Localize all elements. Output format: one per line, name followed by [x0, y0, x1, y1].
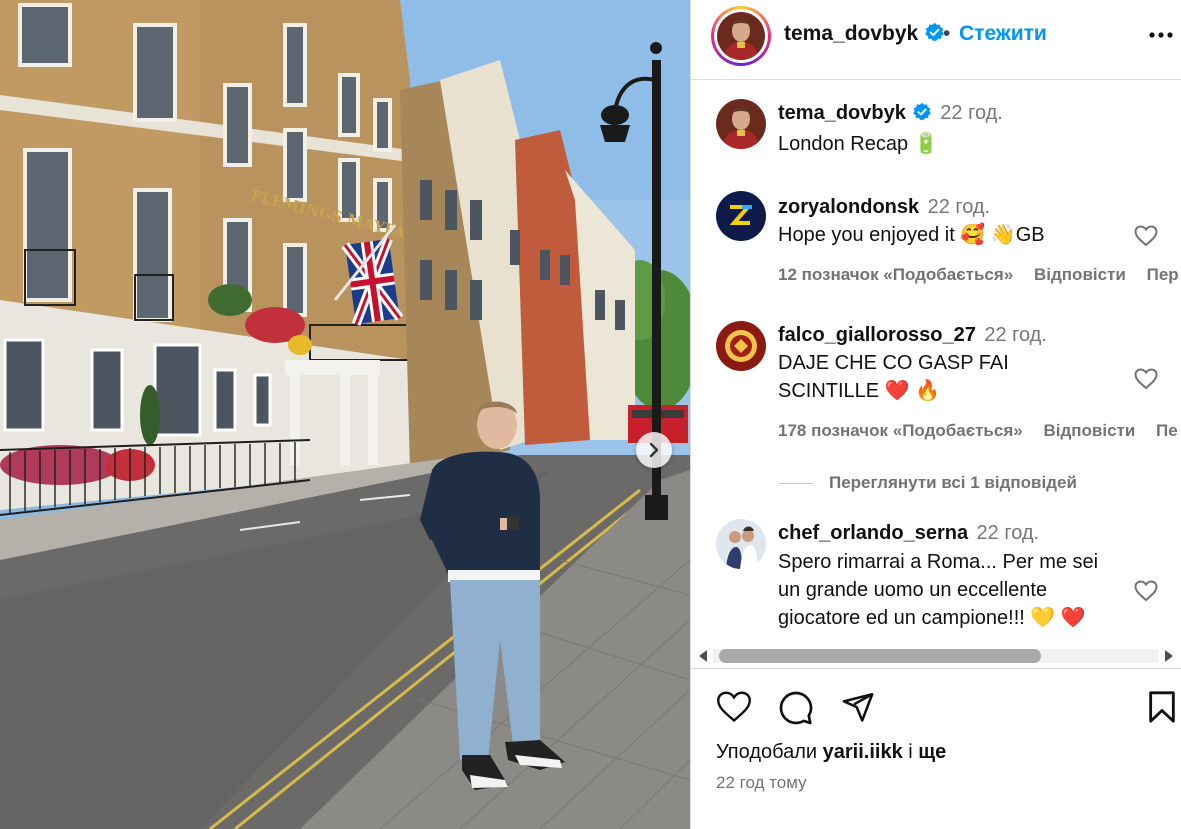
- comment-avatar[interactable]: [716, 519, 766, 569]
- more-options-icon[interactable]: [1149, 32, 1173, 38]
- follow-button[interactable]: Стежити: [959, 22, 1047, 46]
- actions-divider: [691, 668, 1181, 669]
- scroll-right-icon[interactable]: [1163, 649, 1175, 663]
- author-username-text[interactable]: tema_dovbyk: [784, 22, 918, 45]
- view-replies-label[interactable]: Переглянути всі 1 відповідей: [829, 473, 1077, 492]
- translate-button[interactable]: Пер: [1147, 265, 1179, 284]
- heart-icon[interactable]: [1134, 225, 1158, 247]
- next-photo-button[interactable]: [636, 432, 672, 468]
- reply-button[interactable]: Відповісти: [1034, 265, 1126, 284]
- comment-username[interactable]: falco_giallorosso_27: [778, 324, 976, 346]
- replies-divider-line: [779, 483, 813, 485]
- verified-badge-icon: [913, 102, 931, 121]
- header-separator: •: [943, 22, 951, 45]
- comments-list[interactable]: tema_dovbyk 22 год. London Recap 🔋 zorya…: [691, 81, 1181, 641]
- view-replies-button[interactable]: Переглянути всі 1 відповідей: [779, 473, 1077, 493]
- caption-avatar[interactable]: [716, 99, 766, 149]
- comment-time[interactable]: 22 год.: [984, 324, 1047, 346]
- liked-by-more[interactable]: ще: [918, 741, 946, 763]
- scroll-left-icon[interactable]: [697, 649, 709, 663]
- comment-likes-count[interactable]: 178 позначок «Подобається»: [778, 421, 1023, 440]
- chef-avatar-icon: [716, 519, 766, 569]
- translate-button[interactable]: Пе: [1156, 421, 1178, 440]
- caption-time[interactable]: 22 год.: [940, 102, 1003, 124]
- comment-avatar[interactable]: [716, 191, 766, 241]
- liked-by-prefix: Уподобали: [716, 741, 818, 763]
- post-photo[interactable]: FLEMINGS MAYFAIR: [0, 0, 690, 829]
- comment-icon[interactable]: [778, 690, 814, 726]
- heart-icon[interactable]: [1134, 580, 1158, 602]
- post-timestamp[interactable]: 22 год тому: [716, 773, 807, 793]
- author-avatar[interactable]: [711, 6, 771, 66]
- comment-text: Spero rimarrai a Roma... Per me sei un g…: [778, 551, 1099, 629]
- profile-photo-icon: [717, 12, 765, 60]
- comment-time[interactable]: 22 год.: [928, 196, 991, 218]
- comment-avatar[interactable]: [716, 321, 766, 371]
- liked-by-user[interactable]: yarii.iikk: [823, 741, 903, 763]
- post-header: tema_dovbyk • Стежити: [691, 0, 1181, 80]
- caption-username[interactable]: tema_dovbyk: [778, 102, 906, 124]
- post-actions: [691, 690, 1181, 726]
- comment-likes-count[interactable]: 12 позначок «Подобається»: [778, 265, 1013, 284]
- liked-by-suffix: і: [908, 741, 913, 763]
- profile-photo-icon: [716, 99, 766, 149]
- chevron-right-icon: [649, 442, 659, 458]
- comment-time[interactable]: 22 год.: [977, 522, 1040, 544]
- comments-horizontal-scrollbar[interactable]: [691, 645, 1181, 667]
- heart-icon[interactable]: [716, 690, 752, 724]
- heart-icon[interactable]: [1134, 368, 1158, 390]
- share-icon[interactable]: [840, 690, 876, 724]
- street-scene-image: FLEMINGS MAYFAIR: [0, 0, 690, 829]
- comment-text: DAJE CHE CO GASP FAI SCINTILLE ❤️ 🔥: [778, 352, 1009, 402]
- bookmark-icon[interactable]: [1147, 690, 1177, 724]
- comment-username[interactable]: zoryalondonsk: [778, 196, 919, 218]
- caption-text: London Recap 🔋: [778, 133, 939, 155]
- comment-username[interactable]: chef_orlando_serna: [778, 522, 968, 544]
- liked-by-summary: Уподобали yarii.iikk і ще: [716, 741, 946, 764]
- reply-button[interactable]: Відповісти: [1043, 421, 1135, 440]
- scrollbar-thumb[interactable]: [719, 649, 1041, 663]
- post-side-panel: tema_dovbyk • Стежити tema_dovbyk 22 год…: [691, 0, 1181, 829]
- falco-avatar-icon: [716, 321, 766, 371]
- comment-text: Hope you enjoyed it 🥰 👋GB: [778, 224, 1045, 246]
- author-username[interactable]: tema_dovbyk: [784, 22, 945, 46]
- zorya-logo-icon: [716, 191, 766, 241]
- comment-meta: 12 позначок «Подобається» Відповісти Пер: [778, 265, 1181, 285]
- comment-meta: 178 позначок «Подобається» Відповісти Пе: [778, 421, 1181, 441]
